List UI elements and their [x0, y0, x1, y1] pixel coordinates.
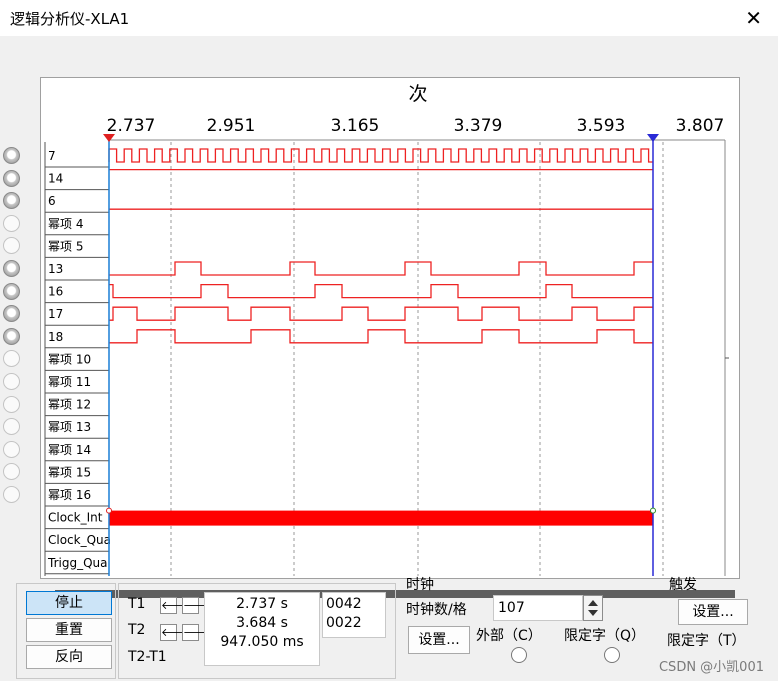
channel-label: 幂项 14: [48, 443, 91, 457]
clock-int-end-dot: [650, 507, 656, 514]
channel-label: 13: [48, 262, 63, 276]
channel-led-icon[interactable]: [3, 169, 20, 187]
channel-label: 幂项 12: [48, 398, 91, 412]
trigger-heading: 触发: [669, 577, 697, 593]
waveform-ch13: [109, 261, 653, 276]
waveform-ch7: [108, 148, 653, 163]
channel-led-icon[interactable]: [3, 237, 20, 255]
t1-time-value: 2.737 s: [236, 596, 288, 612]
waveform-ch17: [109, 306, 653, 321]
channel-led-icon[interactable]: [3, 260, 20, 277]
channel-led-icon[interactable]: [3, 373, 20, 390]
channel-label: 18: [48, 330, 63, 344]
delta-time-value: 947.050 ms: [220, 634, 304, 650]
t2-hex-value: 0022: [326, 615, 362, 631]
external-clock-radio[interactable]: [511, 647, 527, 663]
channel-led-icon[interactable]: [3, 486, 20, 503]
t2-right-arrow-icon[interactable]: 🡒: [182, 624, 213, 641]
t2-t1-label: T2-T1: [128, 649, 167, 665]
time-tick-label: 2.951: [207, 116, 256, 136]
channel-led-icon[interactable]: [3, 305, 20, 323]
clocks-per-div-value: 107: [498, 600, 525, 616]
waveform-svg: 次 2.737 2.951 3.165 3.379 3.593 3.807 7 14 6 幂项 4 幂…: [44, 83, 729, 576]
channel-label: 幂项 11: [48, 375, 91, 389]
channel-led-icon[interactable]: [3, 282, 20, 300]
spinner-arrows-icon: [588, 600, 598, 616]
channel-led-icon[interactable]: [3, 147, 20, 164]
waveform-ch18: [109, 329, 653, 344]
time-tick-label: 2.737: [107, 116, 156, 136]
t1-left-arrow-icon[interactable]: 🡐: [160, 597, 191, 614]
clock-heading: 时钟: [406, 577, 434, 593]
time-tick-label: 3.593: [577, 116, 626, 136]
watermark: CSDN @小凯001: [658, 660, 764, 675]
title-bar: 逻辑分析仪-XLA1 ✕: [0, 0, 778, 36]
window-title: 逻辑分析仪-XLA1: [10, 10, 130, 28]
stop-button[interactable]: 停止: [26, 591, 112, 615]
channel-label: 幂项 5: [48, 239, 83, 253]
clocks-per-div-label: 时钟数/格: [406, 602, 467, 618]
t1-label: T1: [128, 596, 146, 612]
clocks-per-div-input[interactable]: 107: [493, 595, 583, 621]
channel-led-icon[interactable]: [3, 440, 20, 458]
t1-hex-value: 0042: [326, 596, 362, 612]
analyzer-window: 次 2.737 2.951 3.165 3.379 3.593 3.807 7 14 6 幂项 4 幂…: [0, 36, 778, 681]
waveform-ch16: [109, 283, 653, 299]
channel-label: Trigg_Qua: [47, 556, 107, 570]
clock-qualifier-radio[interactable]: [604, 647, 620, 663]
t1-cursor-marker-icon[interactable]: [103, 134, 115, 142]
plot-top-label: 次: [408, 83, 427, 105]
channel-label: Clock_Qua: [48, 533, 111, 547]
channel-led-icon[interactable]: [3, 463, 20, 481]
channel-label: 幂项 13: [48, 420, 91, 434]
channel-led-icon[interactable]: [3, 350, 20, 368]
channel-label: Clock_Int: [48, 511, 103, 525]
clocks-per-div-spinner[interactable]: [583, 595, 603, 621]
close-icon[interactable]: ✕: [745, 6, 762, 30]
channel-led-icon[interactable]: [3, 395, 20, 413]
reset-button[interactable]: 重置: [26, 618, 112, 642]
clock-int-trace: [109, 510, 653, 526]
trigger-set-button[interactable]: 设置...: [678, 599, 748, 625]
clock-qualifier-label: 限定字（Q）: [564, 628, 646, 644]
channel-led-icon[interactable]: [3, 418, 20, 436]
channel-label: 幂项 16: [48, 488, 91, 502]
channel-label: 16: [48, 285, 63, 299]
reverse-button[interactable]: 反向: [26, 645, 112, 669]
clock-int-start-dot: [106, 507, 112, 514]
channel-label: 7: [48, 149, 56, 163]
trigger-qualifier-label: 限定字（T）: [667, 633, 746, 649]
time-tick-label: 3.379: [454, 116, 503, 136]
channel-label: 幂项 10: [48, 352, 91, 366]
t2-time-value: 3.684 s: [236, 615, 288, 631]
channel-label: 幂项 4: [48, 217, 83, 231]
t2-left-arrow-icon[interactable]: 🡐: [160, 624, 191, 641]
channel-label: 幂项 15: [48, 465, 91, 479]
channel-led-icon[interactable]: [3, 327, 20, 345]
channel-led-icon[interactable]: [3, 214, 20, 232]
channel-label: 14: [48, 172, 63, 186]
waveform-display: 次 2.737 2.951 3.165 3.379 3.593 3.807 7 14 6 幂项 4 幂…: [40, 77, 740, 579]
channel-label: 17: [48, 307, 63, 321]
t2-label: T2: [128, 622, 146, 638]
t1-right-arrow-icon[interactable]: 🡒: [182, 597, 213, 614]
time-tick-label: 3.807: [676, 116, 725, 136]
clock-set-button[interactable]: 设置...: [408, 626, 470, 654]
external-clock-label: 外部（C）: [476, 628, 542, 644]
time-tick-label: 3.165: [331, 116, 380, 136]
t2-cursor-marker-icon[interactable]: [647, 134, 659, 142]
channel-led-icon[interactable]: [3, 192, 20, 210]
channel-label: 6: [48, 194, 56, 208]
